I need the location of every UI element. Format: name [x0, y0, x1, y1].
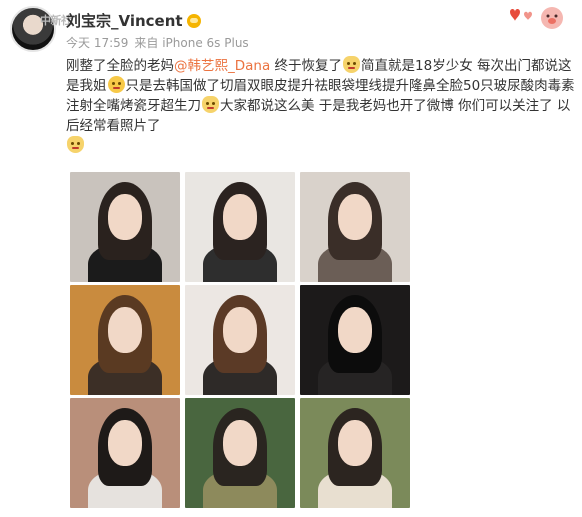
photo-thumbnail[interactable] — [300, 285, 410, 395]
photo-face — [108, 194, 142, 240]
post-text-2: 终于恢复了 — [270, 58, 343, 74]
photo-face — [338, 194, 372, 240]
photo-face — [338, 307, 372, 353]
post-text-1: 刚整了全脸的老妈 — [66, 58, 174, 74]
photo-face — [108, 307, 142, 353]
photo-thumbnail[interactable] — [300, 172, 410, 282]
photo-face — [338, 420, 372, 466]
post-content: 刚整了全脸的老妈@韩艺熙_Dana 终于恢复了 简直就是18岁少女 每次出门都说这… — [66, 56, 578, 156]
post-source: 来自 iPhone 6s Plus — [134, 36, 249, 50]
photo-face — [223, 307, 257, 353]
post-meta: 今天 17:59 来自 iPhone 6s Plus — [66, 34, 249, 51]
photo-thumbnail[interactable] — [185, 285, 295, 395]
photo-grid — [70, 172, 410, 508]
cat-emoji-icon — [202, 96, 219, 113]
username[interactable]: 刘宝宗_Vincent — [66, 10, 183, 31]
photo-thumbnail[interactable] — [70, 398, 180, 508]
hearts-piggy-decoration — [510, 7, 563, 29]
user-name-row: 刘宝宗_Vincent — [66, 10, 201, 31]
weibo-post: 中新社 刘宝宗_Vincent 今天 17:59 来自 iPhone 6s Pl… — [0, 0, 582, 517]
mention-link[interactable]: @韩艺熙_Dana — [174, 58, 270, 74]
smile-emoji-icon — [107, 76, 125, 93]
verified-badge-icon — [186, 13, 201, 28]
photo-thumbnail[interactable] — [300, 398, 410, 508]
photo-thumbnail[interactable] — [185, 172, 295, 282]
photo-thumbnail[interactable] — [185, 398, 295, 508]
photo-thumbnail[interactable] — [70, 172, 180, 282]
photo-face — [223, 420, 257, 466]
cat-emoji-icon — [67, 136, 84, 153]
cat-emoji-icon — [343, 56, 361, 73]
post-time: 今天 17:59 — [66, 36, 129, 50]
photo-face — [108, 420, 142, 466]
photo-thumbnail[interactable] — [70, 285, 180, 395]
photo-face — [223, 194, 257, 240]
